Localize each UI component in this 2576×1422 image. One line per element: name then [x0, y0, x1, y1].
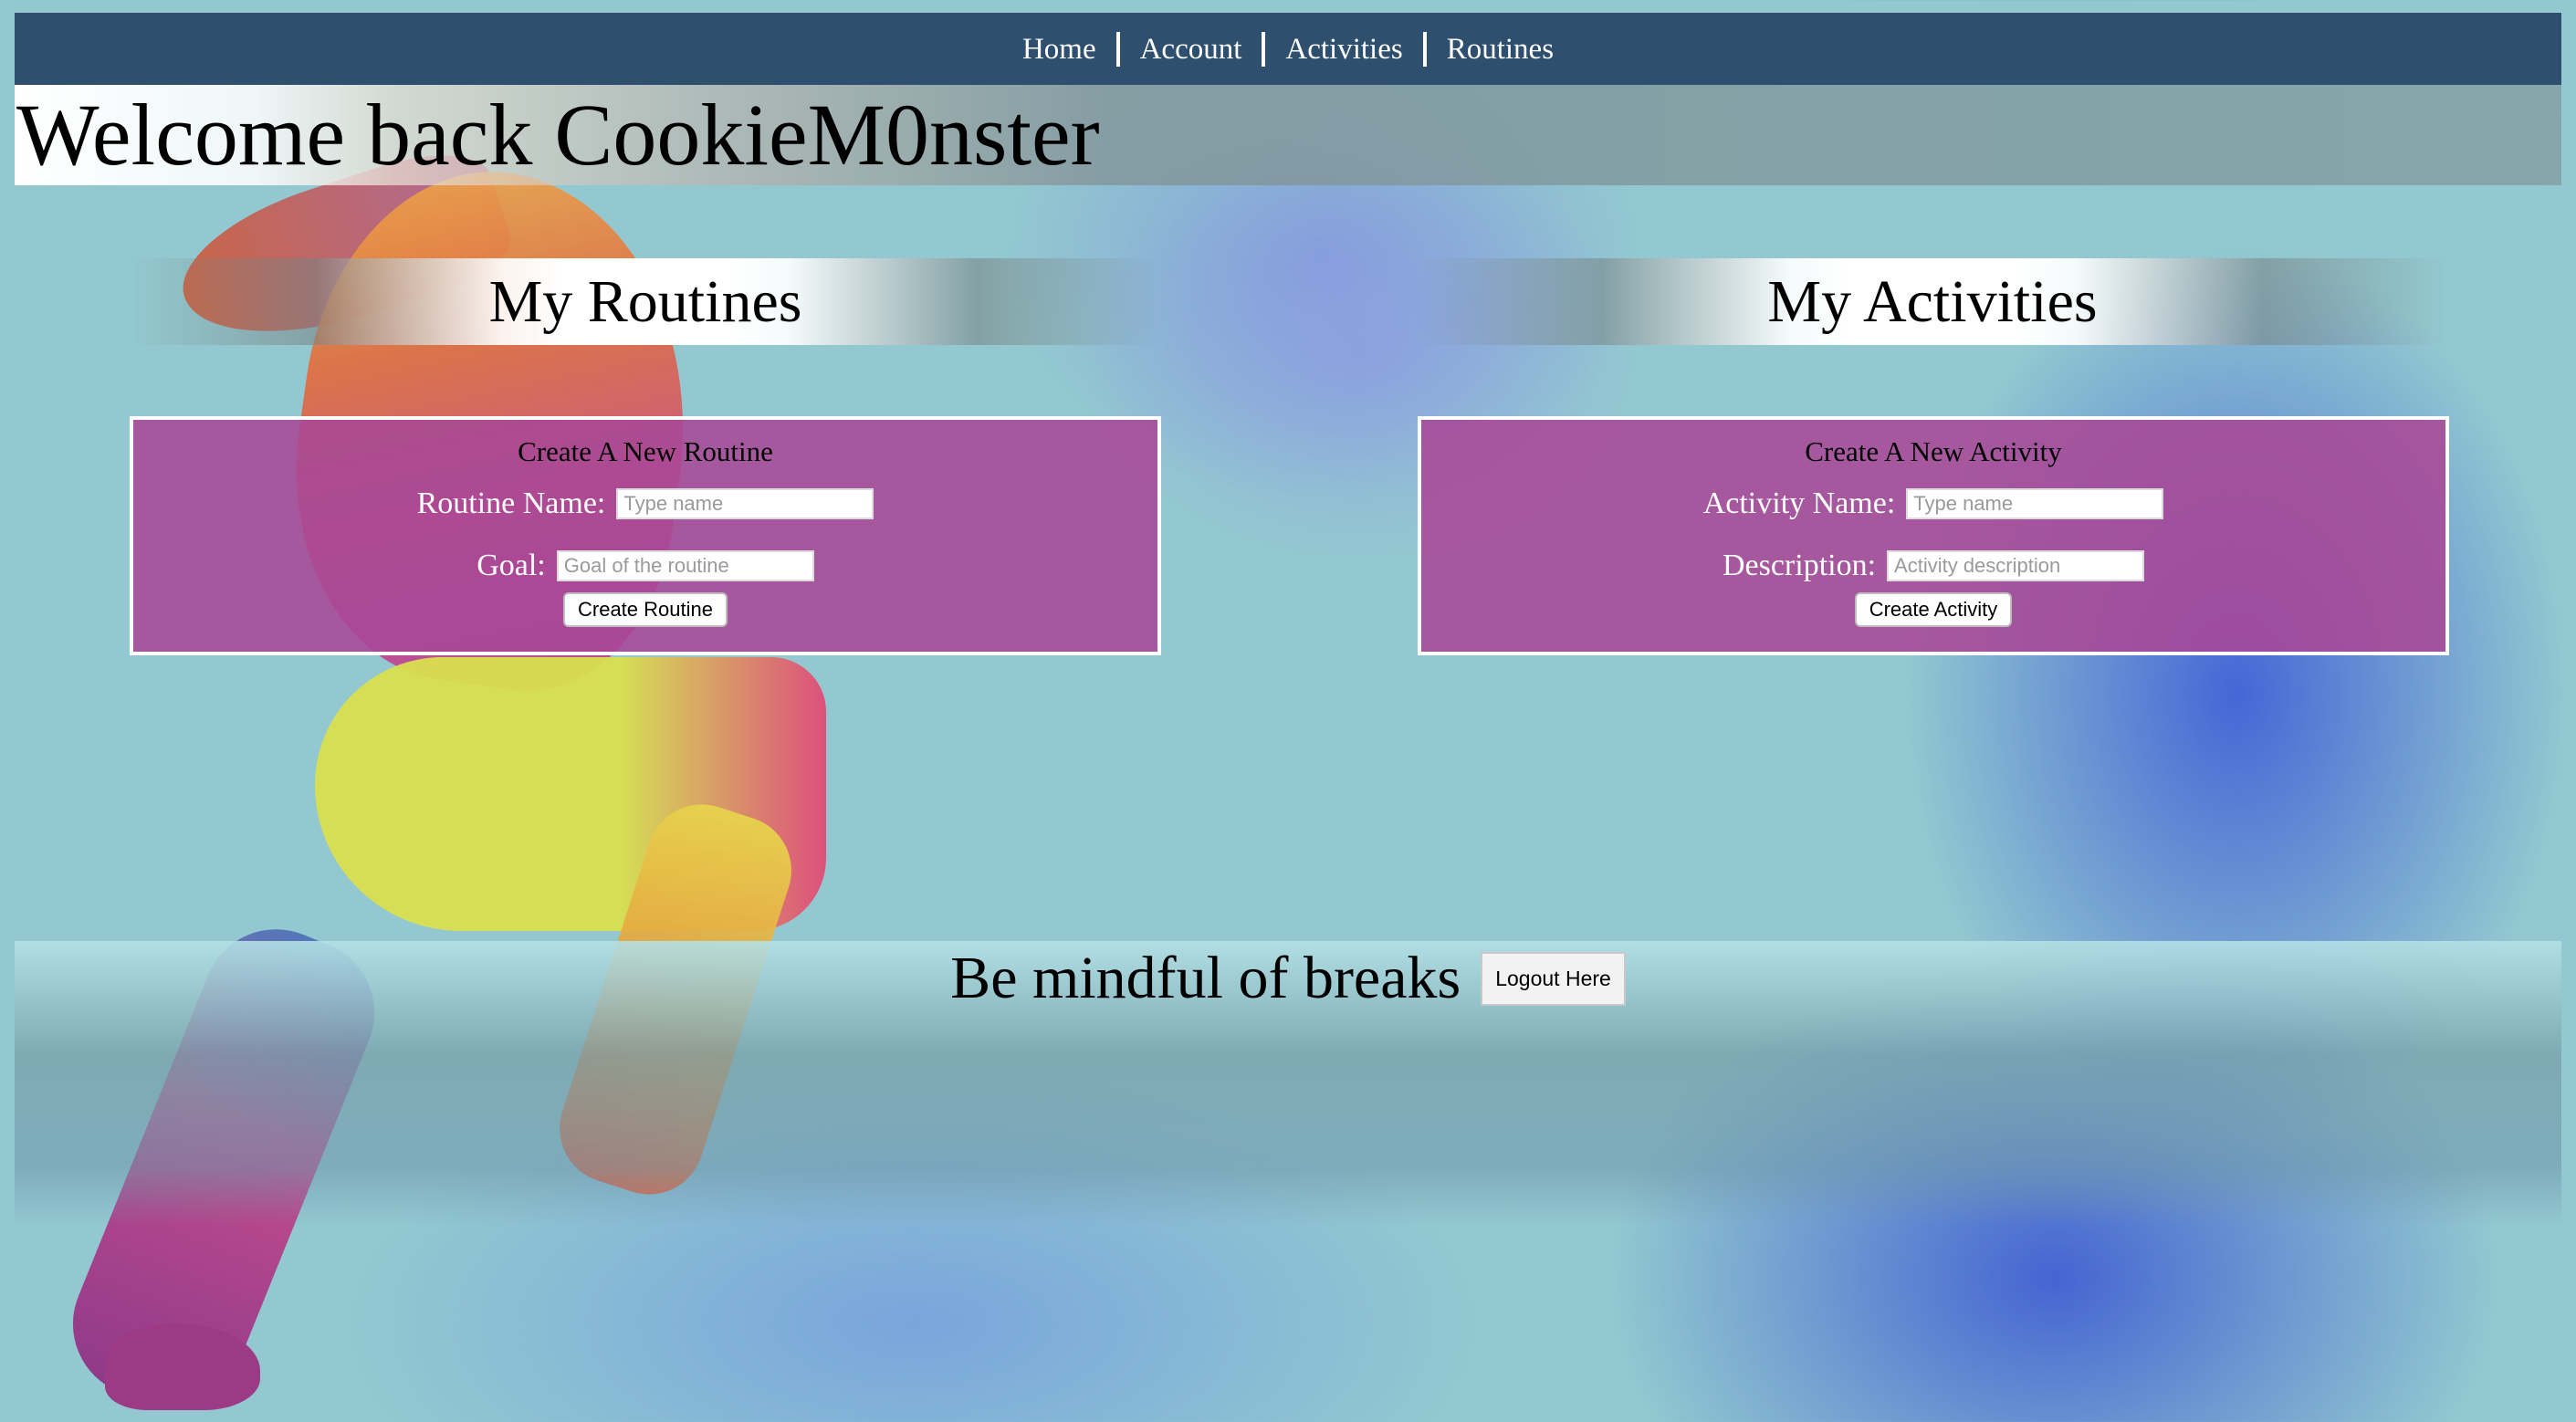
logout-button[interactable]: Logout Here	[1481, 951, 1626, 1006]
create-activity-form: Create A New Activity Activity Name: Des…	[1418, 416, 2449, 655]
routine-name-input[interactable]	[616, 488, 874, 519]
footer-tagline: Be mindful of breaks	[950, 945, 1461, 1011]
activity-description-label: Description:	[1722, 549, 1877, 582]
routine-goal-row: Goal:	[133, 549, 1157, 583]
activity-description-input[interactable]	[1887, 550, 2145, 581]
create-activity-button[interactable]: Create Activity	[1854, 592, 2013, 627]
my-routines-title: My Routines	[488, 267, 802, 335]
welcome-heading: Welcome back CookieM0nster	[16, 86, 1100, 183]
routine-goal-label: Goal:	[476, 549, 546, 582]
welcome-banner: Welcome back CookieM0nster	[15, 85, 2561, 185]
footer-row: Be mindful of breaks Logout Here	[15, 943, 2561, 1014]
create-routine-form: Create A New Routine Routine Name: Goal:…	[130, 416, 1161, 655]
activity-name-row: Activity Name:	[1421, 486, 2445, 521]
create-routine-title: Create A New Routine	[518, 435, 773, 467]
create-activity-title: Create A New Activity	[1805, 435, 2062, 467]
activity-name-label: Activity Name:	[1702, 486, 1896, 520]
footer: Be mindful of breaks Logout Here	[15, 941, 2561, 1226]
routine-name-label: Routine Name:	[416, 486, 606, 520]
nav-link-routines[interactable]: Routines	[1427, 32, 1574, 67]
routine-name-row: Routine Name:	[133, 486, 1157, 521]
background-runner-shoe-art	[105, 1323, 260, 1410]
background-runner-thigh-art	[315, 657, 826, 931]
nav-link-activities[interactable]: Activities	[1265, 32, 1422, 67]
my-activities-title: My Activities	[1767, 267, 2098, 335]
activity-description-row: Description:	[1421, 549, 2445, 583]
nav-link-account[interactable]: Account	[1120, 32, 1262, 67]
create-routine-button[interactable]: Create Routine	[563, 592, 728, 627]
top-nav: Home Account Activities Routines	[15, 13, 2561, 85]
nav-link-home[interactable]: Home	[1002, 32, 1116, 67]
my-routines-header: My Routines	[130, 258, 1161, 345]
activity-name-input[interactable]	[1906, 488, 2164, 519]
my-activities-header: My Activities	[1417, 258, 2448, 345]
routine-goal-input[interactable]	[556, 550, 814, 581]
